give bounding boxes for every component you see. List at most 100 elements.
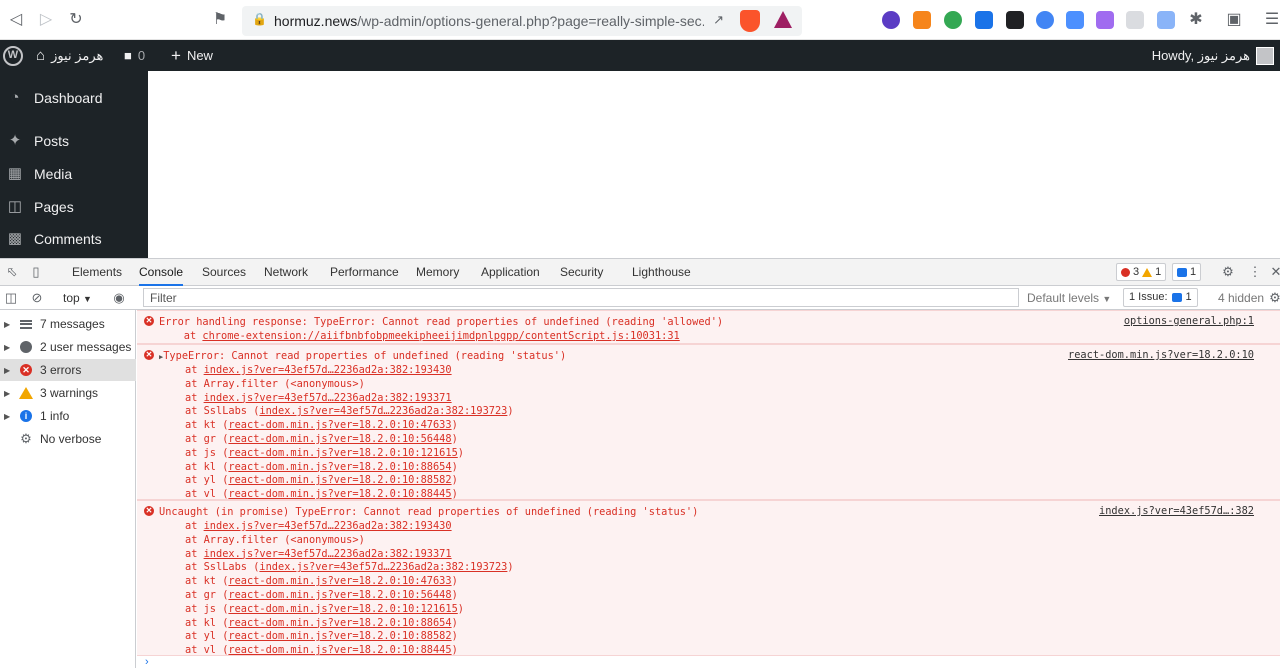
issues-badge[interactable]: 1 — [1172, 263, 1202, 281]
stack-link[interactable]: react-dom.min.js?ver=18.2.0:10:56448 — [228, 589, 451, 601]
context-selector[interactable]: top ▼ — [63, 286, 92, 310]
console-settings-icon[interactable]: ⚙ — [1267, 290, 1280, 306]
filter-verbose[interactable]: ⚙ No verbose — [0, 428, 136, 450]
stack-line: at gr (react-dom.min.js?ver=18.2.0:10:56… — [185, 433, 458, 445]
clear-console-icon[interactable]: ⊘ — [29, 290, 45, 306]
share-icon[interactable]: ↗ — [713, 12, 724, 28]
console-sidebar: ▶ 7 messages ▶ 2 user messages ▶ ✕ 3 err… — [0, 310, 136, 668]
back-icon[interactable]: ◁ — [6, 10, 26, 30]
stack-link[interactable]: index.js?ver=43ef57d…2236ad2a:382:193430 — [204, 364, 452, 376]
brave-shields-icon[interactable] — [740, 10, 760, 32]
my-account-link[interactable]: Howdy, هرمز نیوز — [1152, 40, 1274, 71]
eye-icon[interactable]: ◉ — [111, 290, 127, 306]
extension-icon-5[interactable] — [1006, 11, 1024, 29]
stack-link[interactable]: react-dom.min.js?ver=18.2.0:10:88445 — [228, 488, 451, 500]
extension-icon-1[interactable] — [882, 11, 900, 29]
stack-link[interactable]: react-dom.min.js?ver=18.2.0:10:88654 — [228, 617, 451, 629]
stack-link[interactable]: react-dom.min.js?ver=18.2.0:10:56448 — [228, 433, 451, 445]
expand-arrow-icon: ▶ — [4, 365, 11, 375]
comment-icon: ■ — [124, 48, 132, 63]
brave-rewards-icon[interactable] — [774, 11, 792, 28]
stack-link[interactable]: index.js?ver=43ef57d…2236ad2a:382:193371 — [204, 548, 452, 560]
tab-performance[interactable]: Performance — [330, 259, 399, 286]
stack-line: at kt (react-dom.min.js?ver=18.2.0:10:47… — [185, 419, 458, 432]
stack-link[interactable]: index.js?ver=43ef57d…2236ad2a:382:193723 — [259, 561, 507, 573]
stack-link[interactable]: react-dom.min.js?ver=18.2.0:10:88654 — [228, 461, 451, 473]
stack-line: at SslLabs (index.js?ver=43ef57d…2236ad2… — [185, 405, 514, 418]
tab-memory[interactable]: Memory — [416, 259, 459, 286]
extension-icon-10[interactable] — [1157, 11, 1175, 29]
issues-button[interactable]: 1 Issue: 1 — [1123, 288, 1198, 307]
filter-warnings[interactable]: ▶ 3 warnings — [0, 382, 136, 404]
media-icon: ▦ — [7, 165, 23, 182]
bookmark-icon[interactable]: ⚑ — [210, 10, 230, 30]
extension-icon-6[interactable] — [1036, 11, 1054, 29]
filter-input[interactable] — [143, 288, 1019, 307]
sidebar-label: 3 warnings — [40, 386, 99, 400]
tab-lighthouse[interactable]: Lighthouse — [632, 259, 691, 286]
shield-icon[interactable] — [1126, 11, 1144, 29]
filter-messages[interactable]: ▶ 7 messages — [0, 313, 136, 335]
tab-console[interactable]: Console — [139, 259, 184, 286]
reload-icon[interactable]: ↻ — [66, 10, 86, 30]
user-icon — [20, 341, 32, 353]
stack-link[interactable]: react-dom.min.js?ver=18.2.0:10:121615 — [228, 603, 457, 615]
stack-link[interactable]: react-dom.min.js?ver=18.2.0:10:88582 — [228, 474, 451, 486]
log-levels-dropdown[interactable]: Default levels ▼ — [1027, 286, 1111, 310]
error-icon: ✕ — [20, 364, 32, 376]
stack-link[interactable]: react-dom.min.js?ver=18.2.0:10:88445 — [228, 644, 451, 656]
translate-icon[interactable] — [1066, 11, 1084, 29]
stack-link[interactable]: index.js?ver=43ef57d…2236ad2a:382:193371 — [204, 392, 452, 404]
more-options-icon[interactable]: ⋮ — [1247, 264, 1263, 280]
menu-posts[interactable]: ✦ Posts — [0, 124, 148, 158]
console-prompt[interactable]: › — [145, 656, 149, 668]
issue-num: 1 — [1185, 291, 1192, 303]
error-icon: ✕ — [144, 350, 154, 360]
filter-user-messages[interactable]: ▶ 2 user messages — [0, 336, 136, 358]
menu-pages[interactable]: ◫ Pages — [0, 190, 148, 224]
close-icon[interactable]: ✕ — [1268, 264, 1280, 280]
extension-icon-8[interactable] — [1096, 11, 1114, 29]
new-content-link[interactable]: + New — [171, 40, 213, 71]
tab-sources[interactable]: Sources — [202, 259, 246, 286]
stack-link[interactable]: react-dom.min.js?ver=18.2.0:10:88582 — [228, 630, 451, 642]
comments-link[interactable]: ■ 0 — [124, 40, 145, 71]
wallet-icon[interactable]: ▣ — [1224, 10, 1244, 30]
menu-dashboard[interactable]: ◔ Dashboard — [0, 81, 148, 115]
tab-network[interactable]: Network — [264, 259, 308, 286]
inspect-icon[interactable]: ⬁ — [4, 264, 20, 280]
menu-media[interactable]: ▦ Media — [0, 157, 148, 191]
sidebar-toggle-icon[interactable]: ◫ — [3, 290, 19, 306]
filter-info[interactable]: ▶ i 1 info — [0, 405, 136, 427]
address-bar[interactable]: 🔒 hormuz.news/wp-admin/options-general.p… — [242, 6, 802, 36]
tab-elements[interactable]: Elements — [72, 259, 122, 286]
filter-errors[interactable]: ▶ ✕ 3 errors — [0, 359, 136, 381]
stack-link[interactable]: index.js?ver=43ef57d…2236ad2a:382:193430 — [204, 520, 452, 532]
source-link[interactable]: react-dom.min.js?ver=18.2.0:10 — [1068, 349, 1254, 361]
extension-icon-4[interactable] — [975, 11, 993, 29]
puzzle-icon[interactable]: ✱ — [1186, 10, 1206, 30]
stack-link[interactable]: react-dom.min.js?ver=18.2.0:10:121615 — [228, 447, 457, 459]
menu-comments[interactable]: ▩ Comments — [0, 222, 148, 256]
stack-link[interactable]: react-dom.min.js?ver=18.2.0:10:47633 — [228, 419, 451, 431]
error-text: ▶TypeError: Cannot read properties of un… — [159, 350, 567, 362]
wp-logo[interactable]: W — [3, 40, 23, 71]
stack-link[interactable]: react-dom.min.js?ver=18.2.0:10:47633 — [228, 575, 451, 587]
site-name-link[interactable]: ⌂ هرمز نیوز — [36, 40, 103, 71]
sidebar-label: 7 messages — [40, 317, 105, 331]
metamask-icon[interactable] — [913, 11, 931, 29]
tab-application[interactable]: Application — [481, 259, 540, 286]
wordpress-icon: W — [3, 45, 23, 66]
menu-icon[interactable]: ☰ — [1262, 10, 1280, 30]
stack-link[interactable]: chrome-extension://aiifbnbfobpmeekipheei… — [202, 330, 679, 342]
source-link[interactable]: options-general.php:1 — [1124, 315, 1254, 327]
device-toolbar-icon[interactable]: ▯ — [28, 264, 44, 280]
source-link[interactable]: index.js?ver=43ef57d…:382 — [1099, 505, 1254, 517]
tab-security[interactable]: Security — [560, 259, 603, 286]
settings-icon[interactable]: ⚙ — [1220, 264, 1236, 280]
forward-icon[interactable]: ▷ — [36, 10, 56, 30]
console-error-2[interactable]: ✕ ▶TypeError: Cannot read properties of … — [137, 344, 1280, 500]
stack-link[interactable]: index.js?ver=43ef57d…2236ad2a:382:193723 — [259, 405, 507, 417]
error-warning-badge[interactable]: 3 1 — [1116, 263, 1167, 281]
extension-icon-3[interactable] — [944, 11, 962, 29]
